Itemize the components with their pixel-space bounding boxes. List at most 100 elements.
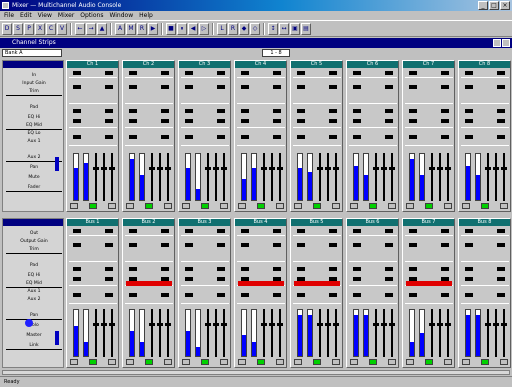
fader-track[interactable]	[221, 309, 227, 357]
control-knob[interactable]	[161, 85, 169, 89]
fader-cap[interactable]	[269, 323, 275, 327]
channel-name[interactable]: Ch 1	[67, 61, 118, 68]
control-knob[interactable]	[297, 71, 305, 75]
control-knob[interactable]	[129, 85, 137, 89]
control-knob[interactable]	[329, 109, 337, 113]
control-knob[interactable]	[161, 243, 169, 247]
control-knob[interactable]	[353, 71, 361, 75]
menu-item-help[interactable]: Help	[139, 11, 153, 20]
sub-minimize-button[interactable]	[493, 39, 501, 47]
fader-track[interactable]	[501, 153, 507, 201]
control-knob[interactable]	[465, 109, 473, 113]
control-knob[interactable]	[273, 119, 281, 123]
control-knob[interactable]	[241, 267, 249, 271]
control-knob[interactable]	[185, 109, 193, 113]
fader-track[interactable]	[261, 309, 267, 357]
control-knob[interactable]	[465, 135, 473, 139]
fader-cap[interactable]	[325, 323, 331, 327]
fader-cap[interactable]	[149, 167, 155, 171]
control-knob[interactable]	[441, 71, 449, 75]
control-knob[interactable]	[497, 135, 505, 139]
control-knob[interactable]	[129, 119, 137, 123]
toolbar-button[interactable]: ↔	[279, 22, 289, 35]
solo-button[interactable]	[444, 203, 452, 209]
control-knob[interactable]	[273, 85, 281, 89]
channel-name[interactable]: Bus 7	[403, 219, 454, 226]
control-knob[interactable]	[73, 229, 81, 233]
control-knob[interactable]	[329, 135, 337, 139]
toolbar-button[interactable]: S	[13, 22, 23, 35]
active-led[interactable]	[89, 359, 97, 365]
control-knob[interactable]	[385, 85, 393, 89]
fader-track[interactable]	[325, 153, 331, 201]
toolbar-button[interactable]: M	[126, 22, 136, 35]
mute-button[interactable]	[350, 359, 358, 365]
control-knob[interactable]	[329, 229, 337, 233]
menu-item-mixer[interactable]: Mixer	[58, 11, 74, 20]
mute-button[interactable]	[182, 203, 190, 209]
control-knob[interactable]	[217, 243, 225, 247]
active-led[interactable]	[145, 203, 153, 209]
fader-cap[interactable]	[101, 323, 107, 327]
control-knob[interactable]	[73, 277, 81, 281]
fader-cap[interactable]	[445, 167, 451, 171]
channel-name[interactable]: Bus 6	[347, 219, 398, 226]
control-knob[interactable]	[161, 267, 169, 271]
maximize-button[interactable]: □	[489, 1, 499, 10]
control-knob[interactable]	[73, 119, 81, 123]
control-knob[interactable]	[465, 267, 473, 271]
control-knob[interactable]	[409, 71, 417, 75]
fader-track[interactable]	[93, 153, 99, 201]
mute-button[interactable]	[462, 359, 470, 365]
control-knob[interactable]	[497, 229, 505, 233]
control-knob[interactable]	[353, 267, 361, 271]
solo-button[interactable]	[332, 359, 340, 365]
fader-track[interactable]	[381, 153, 387, 201]
control-knob[interactable]	[217, 135, 225, 139]
control-knob[interactable]	[217, 85, 225, 89]
channel-name[interactable]: Ch 2	[123, 61, 174, 68]
mute-button[interactable]	[126, 203, 134, 209]
toolbar-button[interactable]: ⏸	[177, 22, 187, 35]
fader-cap[interactable]	[381, 323, 387, 327]
toolbar-button[interactable]: ◆	[239, 22, 249, 35]
control-knob[interactable]	[497, 85, 505, 89]
fader-cap[interactable]	[389, 167, 395, 171]
control-knob[interactable]	[241, 243, 249, 247]
toolbar-button[interactable]: →	[86, 22, 96, 35]
control-knob[interactable]	[241, 109, 249, 113]
toolbar-button[interactable]: R	[137, 22, 147, 35]
channel-name[interactable]: Bus 1	[67, 219, 118, 226]
label-panel-slider[interactable]	[55, 157, 59, 171]
fader-cap[interactable]	[373, 323, 379, 327]
control-knob[interactable]	[129, 229, 137, 233]
mute-button[interactable]	[182, 359, 190, 365]
control-knob[interactable]	[105, 229, 113, 233]
fader-cap[interactable]	[493, 167, 499, 171]
fader-cap[interactable]	[157, 167, 163, 171]
control-knob[interactable]	[105, 267, 113, 271]
control-knob[interactable]	[465, 243, 473, 247]
fader-track[interactable]	[157, 309, 163, 357]
control-knob[interactable]	[241, 85, 249, 89]
active-led[interactable]	[481, 359, 489, 365]
solo-button[interactable]	[444, 359, 452, 365]
close-button[interactable]: ×	[500, 1, 510, 10]
fader-track[interactable]	[429, 153, 435, 201]
fader-cap[interactable]	[333, 167, 339, 171]
control-knob[interactable]	[465, 119, 473, 123]
fader-cap[interactable]	[261, 323, 267, 327]
fader-track[interactable]	[277, 153, 283, 201]
control-knob[interactable]	[297, 229, 305, 233]
fader-track[interactable]	[485, 309, 491, 357]
toolbar-button[interactable]: ■	[166, 22, 176, 35]
active-led[interactable]	[257, 359, 265, 365]
control-knob[interactable]	[465, 229, 473, 233]
fader-track[interactable]	[429, 309, 435, 357]
control-knob[interactable]	[465, 277, 473, 281]
fader-track[interactable]	[205, 309, 211, 357]
fader-track[interactable]	[445, 309, 451, 357]
fader-track[interactable]	[109, 309, 115, 357]
control-knob[interactable]	[297, 119, 305, 123]
control-knob[interactable]	[353, 293, 361, 297]
